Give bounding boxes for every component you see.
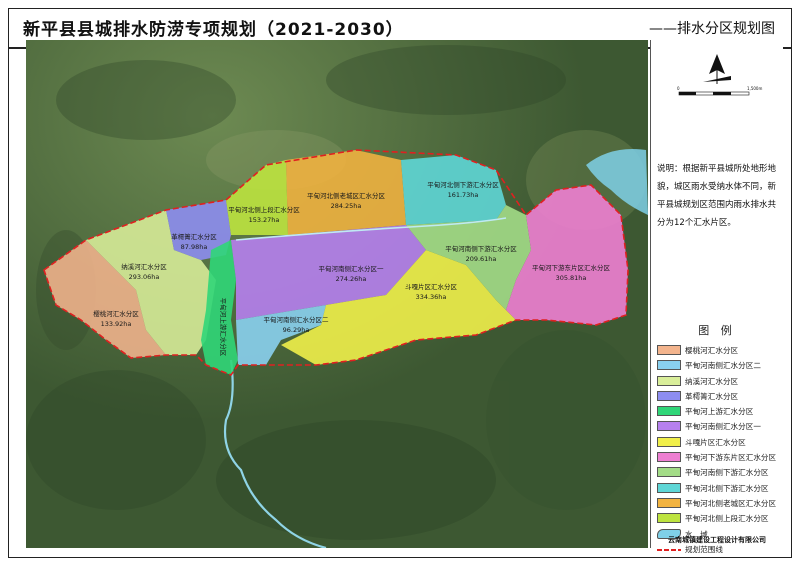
scale-end: 1,500m [747, 86, 762, 91]
legend-item: 平甸河下游东片区汇水分区 [651, 451, 783, 466]
zone-name-label: 樱桃河汇水分区 [93, 309, 139, 318]
legend-swatch [657, 345, 681, 355]
legend-label: 平甸河北侧老城区汇水分区 [685, 498, 777, 508]
boundary-line-icon [657, 548, 681, 551]
legend-swatch [657, 452, 681, 463]
legend-label: 规划范围线 [685, 544, 723, 554]
legend-item: 平甸河北侧下游汇水分区 [651, 482, 783, 497]
legend-label: 平甸河南侧汇水分区二 [685, 361, 761, 371]
legend-label: 平甸河南侧汇水分区一 [685, 422, 761, 432]
legend-swatch [657, 467, 681, 478]
north-arrow-compass: 0 1,500m [677, 54, 762, 96]
zone-area-label: 274.26ha [336, 275, 367, 283]
zone-name-label: 平甸河北侧下游汇水分区 [427, 180, 499, 189]
legend-item: 革樗箐汇水分区 [651, 390, 783, 405]
zone-name-label: 平甸河北侧上段汇水分区 [228, 205, 300, 214]
map-note: 说明：根据新平县城所处地形地貌，城区雨水受纳水体不同，新平县城规划区范围内雨水排… [657, 164, 777, 228]
zone-name-label: 平甸河北侧老城区汇水分区 [307, 191, 386, 200]
legend: 图 例 樱桃河汇水分区平甸河南侧汇水分区二 纳溪河汇水分区 革樗箐汇水分区平甸河上游… [651, 322, 783, 558]
legend-label: 平甸河下游东片区汇水分区 [685, 453, 777, 463]
scale-zero: 0 [677, 86, 680, 91]
zone-name-label: 平甸河南侧下游汇水分区 [445, 244, 517, 253]
zone-name-label: 平甸河南侧汇水分区一 [319, 264, 385, 273]
legend-item: 平甸河南侧汇水分区一 [651, 420, 783, 435]
legend-title: 图 例 [698, 324, 736, 337]
zone-area-label: 133.92ha [101, 320, 132, 328]
legend-swatch [657, 497, 681, 508]
legend-item: 平甸河南侧汇水分区二 [651, 359, 783, 374]
satellite-map: 平甸河北侧下游汇水分区 161.73ha 平甸河北侧老城区汇水分区 284.25ha 平… [26, 40, 648, 548]
legend-label: 平甸河南侧下游汇水分区 [685, 468, 769, 478]
legend-swatch [657, 390, 681, 401]
zone-name-label: 平甸河上游汇水分区 [219, 298, 228, 357]
company-name: 云南城镇建设工程设计有限公司 [668, 536, 766, 544]
legend-item: 斗嘎片区汇水分区 [651, 436, 783, 451]
legend-swatch [657, 360, 681, 371]
legend-item: 平甸河北侧上段汇水分区 [651, 512, 783, 527]
zone-area-label: 96.29ha [283, 326, 310, 334]
zone-name-label: 平甸河南侧汇水分区二 [264, 315, 330, 324]
legend-item: 平甸河上游汇水分区 [651, 405, 783, 420]
legend-swatch [657, 436, 681, 447]
zone-area-label: 87.98ha [181, 243, 208, 251]
map-subtitle: ——排水分区规划图 [649, 21, 775, 37]
legend-item: 樱桃河汇水分区 [651, 344, 783, 359]
zone-area-label: 153.27ha [249, 216, 280, 224]
legend-sidebar: 0 1,500m 说明：根据新平县城所处地形地貌，城区雨水受纳水体不同，新平县城… [650, 40, 783, 554]
legend-label: 革樗箐汇水分区 [685, 391, 739, 401]
legend-items: 樱桃河汇水分区平甸河南侧汇水分区二 纳溪河汇水分区 革樗箐汇水分区平甸河上游汇水分区… [651, 344, 783, 558]
zone-area-label: 293.06ha [129, 273, 160, 281]
zone-area-label: 284.25ha [331, 202, 362, 210]
legend-label: 樱桃河汇水分区 [685, 346, 739, 355]
zone-area-label: 334.36ha [416, 293, 447, 301]
legend-swatch [657, 513, 681, 524]
legend-item: 纳溪河汇水分区 [651, 375, 783, 390]
legend-item: 平甸河北侧老城区汇水分区 [651, 497, 783, 512]
zone-name-label: 纳溪河汇水分区 [121, 262, 167, 271]
zone-name-label: 平甸河下游东片区汇水分区 [532, 263, 611, 272]
legend-label: 平甸河北侧下游汇水分区 [685, 483, 769, 493]
legend-swatch [657, 482, 681, 493]
legend-item: 规划范围线 [651, 543, 783, 558]
zone-area-label: 161.73ha [448, 191, 479, 199]
legend-swatch [657, 421, 681, 432]
legend-item: 平甸河南侧下游汇水分区 [651, 466, 783, 481]
legend-label: 纳溪河汇水分区 [685, 376, 739, 386]
zone-name-label: 斗嘎片区汇水分区 [405, 282, 458, 291]
legend-label: 平甸河上游汇水分区 [685, 407, 754, 417]
legend-swatch [657, 375, 681, 386]
zone-area-label: 209.61ha [466, 255, 497, 263]
zone-area-label: 305.81ha [556, 274, 587, 282]
legend-swatch [657, 406, 681, 417]
map-title: 新平县县城排水防涝专项规划（2021-2030） [23, 20, 404, 40]
legend-label: 斗嘎片区汇水分区 [685, 437, 746, 447]
legend-label: 平甸河北侧上段汇水分区 [685, 514, 769, 524]
zone-name-label: 革樗箐汇水分区 [171, 232, 217, 241]
